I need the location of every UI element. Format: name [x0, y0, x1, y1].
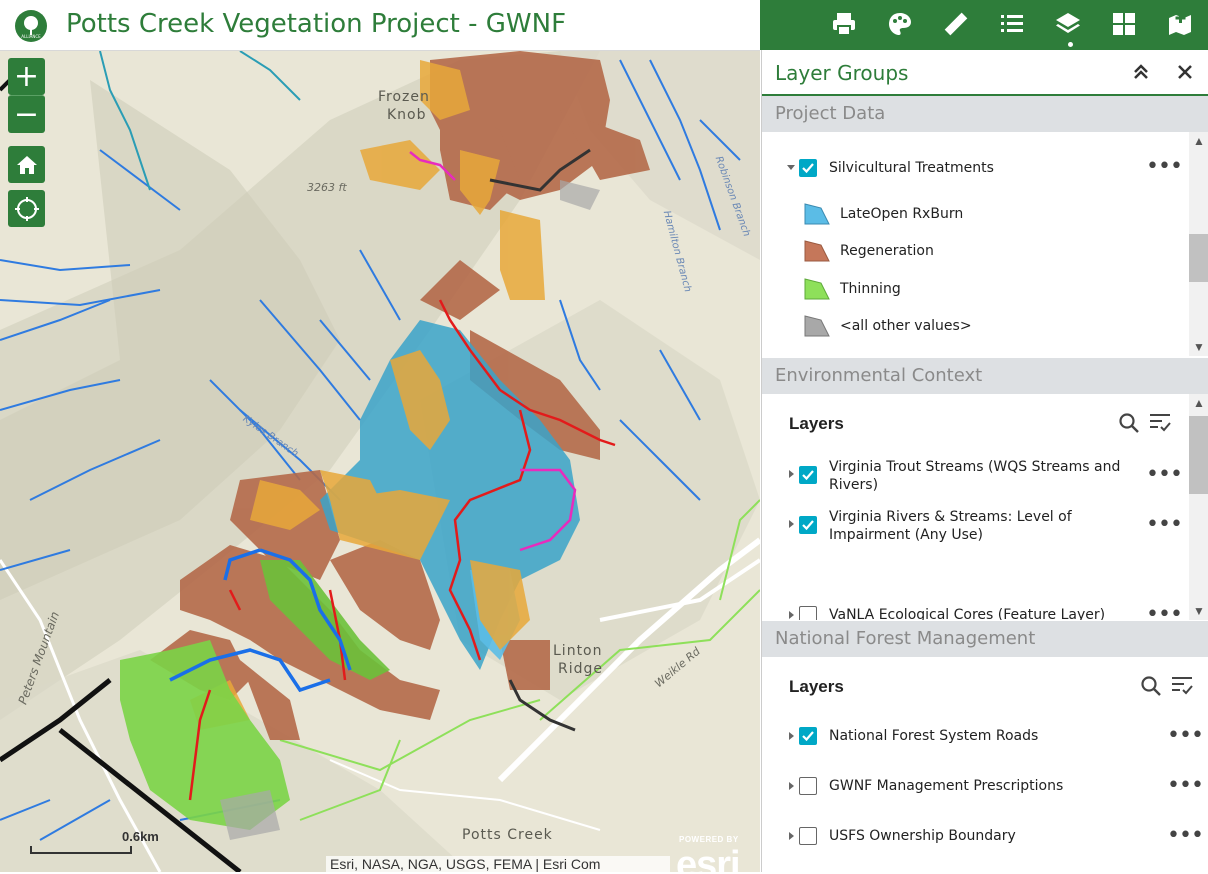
- layer-label: National Forest System Roads: [829, 728, 1039, 744]
- vanla-checkbox[interactable]: [799, 606, 817, 620]
- map-label-frozen: Frozen: [378, 89, 430, 105]
- home-button[interactable]: [8, 146, 45, 183]
- project-data-scrollbar[interactable]: ▲ ▼: [1189, 132, 1208, 356]
- legend-swatch-thinning: [804, 278, 830, 300]
- toolbar: [760, 0, 1208, 50]
- expand-down-icon[interactable]: [786, 162, 796, 172]
- layer-row-silvicultural: Silvicultural Treatments •••: [762, 154, 1189, 182]
- layer-groups-panel: Layer Groups Project Data Silvicultural …: [761, 50, 1208, 872]
- layer-row-vanla: VaNLA Ecological Cores (Feature Layer) •…: [762, 604, 1189, 621]
- zoom-in-button[interactable]: +: [8, 58, 45, 95]
- expand-right-icon[interactable]: [786, 831, 796, 841]
- locate-button[interactable]: [8, 190, 45, 227]
- collapse-icon[interactable]: [1130, 61, 1152, 83]
- expand-right-icon[interactable]: [786, 469, 796, 479]
- forest-management-section: Layers National Forest System Roads ••• …: [762, 657, 1208, 872]
- layers-heading: Layers: [789, 677, 844, 696]
- layer-row-trout-streams: Virginia Trout Streams (WQS Streams and …: [762, 456, 1189, 496]
- map-label-knob: Knob: [387, 107, 427, 123]
- scroll-down-icon[interactable]: ▼: [1189, 338, 1208, 356]
- basemap: [0, 51, 760, 872]
- locate-icon: [14, 196, 39, 221]
- scale-label: 0.6km: [122, 829, 159, 844]
- legend-label: <all other values>: [840, 318, 972, 334]
- map-label-potts-creek: Potts Creek: [462, 827, 553, 843]
- more-options-icon[interactable]: •••: [1167, 775, 1204, 797]
- map-label-ridge: Ridge: [558, 661, 604, 677]
- ownership-boundary-checkbox[interactable]: [799, 827, 817, 845]
- layer-label: Virginia Rivers & Streams: Level of Impa…: [829, 509, 1072, 543]
- expand-right-icon[interactable]: [786, 731, 796, 741]
- more-options-icon[interactable]: •••: [1146, 604, 1183, 621]
- layer-row-ownership-boundary: USFS Ownership Boundary •••: [762, 825, 1204, 847]
- group-national-forest-management[interactable]: National Forest Management: [762, 621, 1208, 657]
- print-icon[interactable]: [826, 6, 862, 42]
- expand-right-icon[interactable]: [786, 781, 796, 791]
- management-prescriptions-checkbox[interactable]: [799, 777, 817, 795]
- scroll-up-icon[interactable]: ▲: [1189, 132, 1208, 150]
- legend-label: Regeneration: [840, 243, 934, 259]
- zoom-out-button[interactable]: −: [8, 95, 45, 133]
- environmental-scrollbar[interactable]: ▲ ▼: [1189, 394, 1208, 620]
- layer-label: GWNF Management Prescriptions: [829, 778, 1064, 794]
- legend-swatch-regeneration: [804, 240, 830, 262]
- layer-label: VaNLA Ecological Cores (Feature Layer): [829, 607, 1106, 620]
- scroll-down-icon[interactable]: ▼: [1189, 602, 1208, 620]
- filter-list-icon[interactable]: [1170, 673, 1194, 697]
- ruler-icon[interactable]: [938, 6, 974, 42]
- home-icon: [16, 155, 37, 174]
- layer-label: Silvicultural Treatments: [829, 160, 994, 176]
- rivers-impairment-checkbox[interactable]: [799, 516, 817, 534]
- legend-label: LateOpen RxBurn: [840, 206, 964, 222]
- more-options-icon[interactable]: •••: [1167, 725, 1204, 747]
- layers-icon[interactable]: [1050, 6, 1086, 42]
- more-options-icon[interactable]: •••: [1167, 825, 1204, 847]
- esri-logo: esri: [676, 844, 741, 872]
- panel-title: Layer Groups: [775, 61, 909, 85]
- expand-right-icon[interactable]: [786, 610, 796, 620]
- close-icon[interactable]: [1174, 61, 1196, 83]
- layer-row-management-prescriptions: GWNF Management Prescriptions •••: [762, 775, 1204, 797]
- more-options-icon[interactable]: •••: [1146, 514, 1183, 536]
- map-attribution[interactable]: Esri, NASA, NGA, USGS, FEMA | Esri Com: [326, 856, 670, 874]
- scale-bar: [30, 846, 132, 854]
- grid-icon[interactable]: [1106, 6, 1142, 42]
- scroll-thumb[interactable]: [1189, 416, 1208, 494]
- alliance-logo: ALLIANCE: [15, 10, 47, 42]
- filter-list-icon[interactable]: [1148, 410, 1172, 434]
- project-data-section: Silvicultural Treatments ••• LateOpen Rx…: [762, 132, 1208, 356]
- esri-powered-label: POWERED BY: [679, 835, 739, 844]
- app-header: ALLIANCE Potts Creek Vegetation Project …: [0, 0, 760, 51]
- layer-label: Virginia Trout Streams (WQS Streams and …: [829, 459, 1121, 493]
- legend-label: Thinning: [840, 281, 901, 297]
- forest-roads-checkbox[interactable]: [799, 727, 817, 745]
- scroll-thumb[interactable]: [1189, 234, 1208, 282]
- scroll-up-icon[interactable]: ▲: [1189, 394, 1208, 412]
- more-options-icon[interactable]: •••: [1146, 464, 1183, 486]
- search-icon[interactable]: [1140, 675, 1162, 697]
- layers-heading: Layers: [789, 414, 844, 433]
- layer-label: USFS Ownership Boundary: [829, 828, 1016, 844]
- panel-header: Layer Groups: [762, 50, 1208, 96]
- map-view[interactable]: Frozen Knob 3263 ft Linton Ridge Potts C…: [0, 51, 760, 872]
- environmental-section: Layers Virginia Trout Streams (WQS Strea…: [762, 394, 1208, 620]
- trout-streams-checkbox[interactable]: [799, 466, 817, 484]
- group-environmental-context[interactable]: Environmental Context: [762, 358, 1208, 394]
- layer-row-forest-roads: National Forest System Roads •••: [762, 725, 1204, 747]
- map-add-icon[interactable]: [1162, 6, 1198, 42]
- layer-row-rivers-impairment: Virginia Rivers & Streams: Level of Impa…: [762, 506, 1189, 546]
- silvicultural-checkbox[interactable]: [799, 159, 817, 177]
- legend-swatch-rxburn: [804, 203, 830, 225]
- map-label-linton: Linton: [553, 643, 603, 659]
- search-icon[interactable]: [1118, 412, 1140, 434]
- group-project-data[interactable]: Project Data: [762, 96, 1208, 132]
- expand-right-icon[interactable]: [786, 519, 796, 529]
- app-title: Potts Creek Vegetation Project - GWNF: [66, 9, 567, 39]
- palette-icon[interactable]: [882, 6, 918, 42]
- list-icon[interactable]: [994, 6, 1030, 42]
- map-label-elevation: 3263 ft: [307, 181, 347, 194]
- active-tool-indicator: [1068, 42, 1073, 47]
- legend-swatch-other: [804, 315, 830, 337]
- more-options-icon[interactable]: •••: [1146, 156, 1183, 178]
